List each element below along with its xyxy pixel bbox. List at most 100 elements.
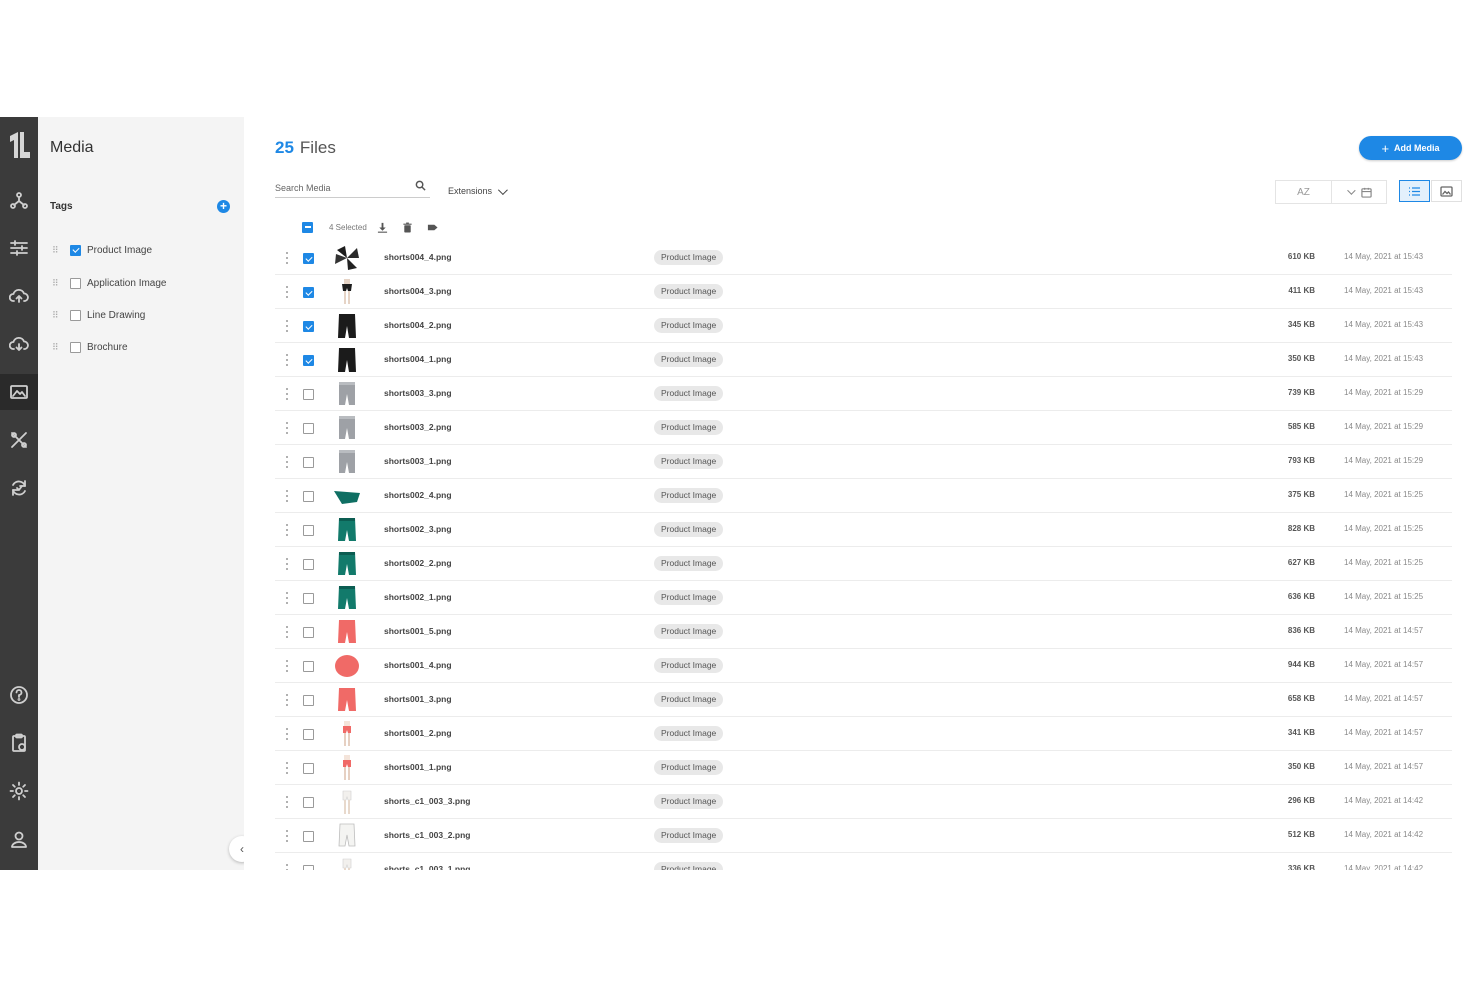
- workflow-icon[interactable]: [0, 182, 38, 218]
- thumbnail-image[interactable]: [333, 686, 361, 714]
- tag-item-brochure[interactable]: ⠿ Brochure: [52, 339, 128, 355]
- tag-badge[interactable]: Product Image: [654, 794, 724, 809]
- table-row[interactable]: shorts001_4.png Product Image 944 KB 14 May…: [275, 649, 1452, 683]
- add-media-button[interactable]: + Add Media: [1359, 136, 1462, 160]
- tag-badge[interactable]: Product Image: [654, 658, 724, 673]
- row-checkbox[interactable]: [303, 321, 314, 332]
- row-menu-icon[interactable]: [286, 660, 289, 672]
- thumbnail-image[interactable]: [333, 584, 361, 612]
- tag-checkbox[interactable]: [70, 341, 81, 353]
- tag-badge[interactable]: Product Image: [654, 488, 724, 503]
- row-menu-icon[interactable]: [286, 388, 289, 400]
- sliders-icon[interactable]: [0, 230, 38, 266]
- tag-badge[interactable]: Product Image: [654, 760, 724, 775]
- row-menu-icon[interactable]: [286, 728, 289, 740]
- file-name[interactable]: shorts002_2.png: [384, 558, 452, 568]
- file-name[interactable]: shorts001_5.png: [384, 626, 452, 636]
- add-tag-button[interactable]: +: [217, 200, 230, 213]
- row-menu-icon[interactable]: [286, 830, 289, 842]
- thumbnail-image[interactable]: [333, 856, 361, 870]
- row-menu-icon[interactable]: [286, 286, 289, 298]
- table-row[interactable]: shorts002_3.png Product Image 828 KB 14 May…: [275, 513, 1452, 547]
- table-row[interactable]: shorts002_2.png Product Image 627 KB 14 May…: [275, 547, 1452, 581]
- thumbnail-image[interactable]: [333, 312, 361, 340]
- media-icon[interactable]: [0, 374, 38, 410]
- row-menu-icon[interactable]: [286, 626, 289, 638]
- file-name[interactable]: shorts002_4.png: [384, 490, 452, 500]
- file-name[interactable]: shorts003_3.png: [384, 388, 452, 398]
- file-name[interactable]: shorts004_4.png: [384, 252, 452, 262]
- row-checkbox[interactable]: [303, 729, 314, 740]
- row-checkbox[interactable]: [303, 593, 314, 604]
- tools-icon[interactable]: [0, 422, 38, 458]
- tag-checkbox[interactable]: [70, 277, 81, 289]
- tag-item-line-drawing[interactable]: ⠿ Line Drawing: [52, 307, 145, 323]
- tag-item-application-image[interactable]: ⠿ Application Image: [52, 275, 167, 291]
- thumbnail-image[interactable]: [333, 720, 361, 748]
- drag-handle-icon[interactable]: ⠿: [52, 342, 60, 352]
- tag-checkbox[interactable]: [70, 244, 81, 256]
- thumbnail-image[interactable]: [333, 822, 361, 850]
- table-row[interactable]: shorts_c1_003_3.png Product Image 296 KB 14…: [275, 785, 1452, 819]
- drag-handle-icon[interactable]: ⠿: [52, 278, 60, 288]
- file-name[interactable]: shorts002_1.png: [384, 592, 452, 602]
- tag-badge[interactable]: Product Image: [654, 250, 724, 265]
- file-name[interactable]: shorts004_1.png: [384, 354, 452, 364]
- row-checkbox[interactable]: [303, 797, 314, 808]
- tag-badge[interactable]: Product Image: [654, 522, 724, 537]
- row-menu-icon[interactable]: [286, 422, 289, 434]
- thumbnail-image[interactable]: [333, 550, 361, 578]
- help-icon[interactable]: [0, 677, 38, 713]
- tag-badge[interactable]: Product Image: [654, 454, 724, 469]
- file-name[interactable]: shorts003_2.png: [384, 422, 452, 432]
- drag-handle-icon[interactable]: ⠿: [52, 245, 60, 255]
- file-name[interactable]: shorts001_1.png: [384, 762, 452, 772]
- sort-az-button[interactable]: AZ: [1276, 181, 1332, 203]
- row-checkbox[interactable]: [303, 287, 314, 298]
- file-name[interactable]: shorts004_2.png: [384, 320, 452, 330]
- table-row[interactable]: shorts001_2.png Product Image 341 KB 14 May…: [275, 717, 1452, 751]
- table-row[interactable]: shorts001_3.png Product Image 658 KB 14 May…: [275, 683, 1452, 717]
- tag-badge[interactable]: Product Image: [654, 318, 724, 333]
- row-checkbox[interactable]: [303, 423, 314, 434]
- row-menu-icon[interactable]: [286, 864, 289, 870]
- thumbnail-image[interactable]: [333, 244, 361, 272]
- row-menu-icon[interactable]: [286, 694, 289, 706]
- row-menu-icon[interactable]: [286, 490, 289, 502]
- tag-badge[interactable]: Product Image: [654, 692, 724, 707]
- row-checkbox[interactable]: [303, 865, 314, 870]
- row-checkbox[interactable]: [303, 559, 314, 570]
- row-checkbox[interactable]: [303, 525, 314, 536]
- row-menu-icon[interactable]: [286, 456, 289, 468]
- tag-badge[interactable]: Product Image: [654, 828, 724, 843]
- row-checkbox[interactable]: [303, 695, 314, 706]
- thumbnail-image[interactable]: [333, 414, 361, 442]
- thumbnail-image[interactable]: [333, 482, 361, 510]
- trash-icon[interactable]: [402, 222, 413, 233]
- table-row[interactable]: shorts_c1_003_1.png Product Image 336 KB 14…: [275, 853, 1452, 870]
- file-name[interactable]: shorts_c1_003_1.png: [384, 864, 470, 870]
- file-name[interactable]: shorts004_3.png: [384, 286, 452, 296]
- row-checkbox[interactable]: [303, 661, 314, 672]
- row-checkbox[interactable]: [303, 831, 314, 842]
- thumbnail-image[interactable]: [333, 788, 361, 816]
- file-name[interactable]: shorts001_4.png: [384, 660, 452, 670]
- search-input[interactable]: Search Media: [275, 180, 430, 198]
- table-row[interactable]: shorts_c1_003_2.png Product Image 512 KB 14…: [275, 819, 1452, 853]
- row-checkbox[interactable]: [303, 253, 314, 264]
- grid-view-button[interactable]: [1431, 180, 1462, 202]
- app-logo-icon[interactable]: [0, 127, 38, 163]
- file-name[interactable]: shorts001_2.png: [384, 728, 452, 738]
- tag-badge[interactable]: Product Image: [654, 726, 724, 741]
- thumbnail-image[interactable]: [333, 380, 361, 408]
- tag-badge[interactable]: Product Image: [654, 386, 724, 401]
- download-icon[interactable]: [377, 222, 388, 233]
- table-row[interactable]: shorts003_1.png Product Image 793 KB 14 May…: [275, 445, 1452, 479]
- table-row[interactable]: shorts004_3.png Product Image 411 KB 14 May…: [275, 275, 1452, 309]
- file-name[interactable]: shorts003_1.png: [384, 456, 452, 466]
- thumbnail-image[interactable]: [333, 346, 361, 374]
- row-checkbox[interactable]: [303, 457, 314, 468]
- extensions-dropdown[interactable]: Extensions: [448, 184, 508, 196]
- row-menu-icon[interactable]: [286, 592, 289, 604]
- table-row[interactable]: shorts004_1.png Product Image 350 KB 14 May…: [275, 343, 1452, 377]
